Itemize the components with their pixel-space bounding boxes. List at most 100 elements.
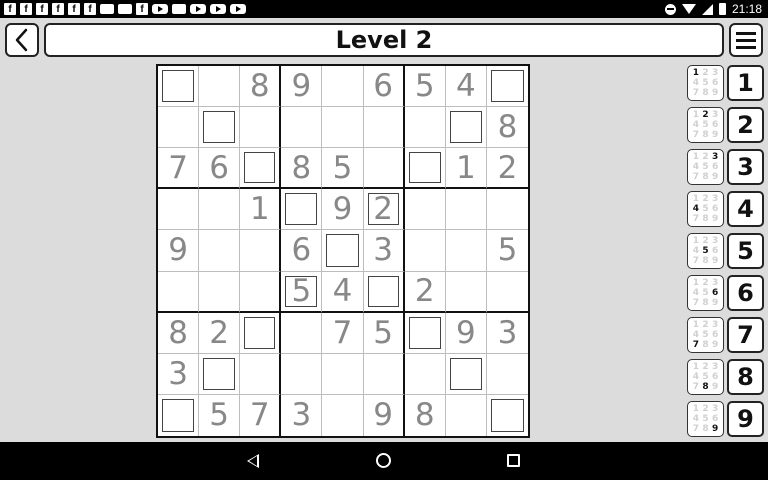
sudoku-cell[interactable]: 5: [281, 271, 323, 313]
sudoku-cell[interactable]: [445, 353, 487, 395]
sudoku-cell[interactable]: [281, 353, 323, 395]
sudoku-cell[interactable]: [445, 271, 487, 313]
note-toggle-6[interactable]: 123 456 789: [687, 275, 724, 311]
sudoku-cell[interactable]: 9: [445, 312, 487, 354]
note-toggle-8[interactable]: 123 456 789: [687, 359, 724, 395]
number-button-7[interactable]: 7: [727, 317, 764, 353]
number-button-4[interactable]: 4: [727, 191, 764, 227]
sudoku-cell[interactable]: [486, 354, 528, 395]
sudoku-cell[interactable]: [404, 230, 446, 272]
sudoku-cell[interactable]: [240, 312, 282, 354]
sudoku-cell[interactable]: 5: [404, 66, 446, 108]
sudoku-cell[interactable]: [281, 107, 323, 149]
sudoku-cell[interactable]: 9: [281, 66, 323, 108]
note-toggle-5[interactable]: 123 456 789: [687, 233, 724, 269]
sudoku-cell[interactable]: 2: [363, 189, 405, 231]
note-toggle-7[interactable]: 123 456 789: [687, 317, 724, 353]
sudoku-cell[interactable]: [158, 189, 200, 231]
sudoku-cell[interactable]: [199, 66, 241, 108]
sudoku-cell[interactable]: 8: [405, 394, 446, 436]
sudoku-cell[interactable]: [322, 107, 364, 149]
sudoku-cell[interactable]: [446, 394, 487, 436]
sudoku-cell[interactable]: 7: [158, 148, 200, 190]
sudoku-cell[interactable]: 3: [486, 313, 528, 354]
sudoku-cell[interactable]: [404, 353, 446, 395]
sudoku-cell[interactable]: [240, 353, 282, 395]
nav-back-icon[interactable]: [247, 454, 259, 468]
sudoku-cell[interactable]: [322, 66, 364, 108]
sudoku-cell[interactable]: [486, 66, 528, 108]
sudoku-cell[interactable]: [445, 230, 487, 272]
sudoku-cell[interactable]: 2: [199, 312, 241, 354]
sudoku-cell[interactable]: 9: [158, 230, 200, 272]
sudoku-cell[interactable]: [158, 394, 200, 436]
sudoku-cell[interactable]: [363, 107, 405, 149]
sudoku-cell[interactable]: [199, 230, 241, 272]
sudoku-cell[interactable]: 5: [486, 230, 528, 272]
sudoku-cell[interactable]: [486, 189, 528, 231]
sudoku-cell[interactable]: [404, 107, 446, 149]
sudoku-cell[interactable]: 7: [322, 312, 364, 354]
sudoku-cell[interactable]: [322, 394, 364, 436]
sudoku-cell[interactable]: [199, 353, 241, 395]
sudoku-cell[interactable]: [281, 189, 323, 231]
sudoku-cell[interactable]: 1: [240, 189, 282, 231]
sudoku-cell[interactable]: 7: [240, 394, 282, 436]
sudoku-cell[interactable]: 2: [486, 148, 528, 190]
sudoku-cell[interactable]: [363, 148, 405, 190]
sudoku-cell[interactable]: [240, 271, 282, 313]
note-toggle-9[interactable]: 123 456 789: [687, 401, 724, 437]
sudoku-cell[interactable]: 6: [281, 230, 323, 272]
sudoku-cell[interactable]: [404, 312, 446, 354]
sudoku-cell[interactable]: 3: [158, 353, 200, 395]
sudoku-cell[interactable]: [199, 271, 241, 313]
number-button-1[interactable]: 1: [727, 65, 764, 101]
sudoku-cell[interactable]: [158, 107, 200, 149]
sudoku-cell[interactable]: 8: [240, 66, 282, 108]
number-button-3[interactable]: 3: [727, 149, 764, 185]
number-button-9[interactable]: 9: [727, 401, 764, 437]
sudoku-cell[interactable]: [322, 353, 364, 395]
number-button-6[interactable]: 6: [727, 275, 764, 311]
sudoku-cell[interactable]: 3: [363, 230, 405, 272]
sudoku-cell[interactable]: [445, 107, 487, 149]
sudoku-cell[interactable]: 2: [404, 271, 446, 313]
note-toggle-1[interactable]: 123 456 789: [687, 65, 724, 101]
sudoku-cell[interactable]: 5: [363, 312, 405, 354]
sudoku-cell[interactable]: [199, 189, 241, 231]
sudoku-cell[interactable]: 8: [281, 148, 323, 190]
sudoku-cell[interactable]: [240, 148, 282, 190]
sudoku-cell[interactable]: 8: [158, 312, 200, 354]
number-button-8[interactable]: 8: [727, 359, 764, 395]
number-button-2[interactable]: 2: [727, 107, 764, 143]
note-toggle-2[interactable]: 123 456 789: [687, 107, 724, 143]
sudoku-cell[interactable]: [322, 230, 364, 272]
nav-home-icon[interactable]: [376, 453, 391, 468]
sudoku-cell[interactable]: 3: [281, 394, 323, 436]
sudoku-cell[interactable]: [363, 353, 405, 395]
sudoku-cell[interactable]: 6: [199, 148, 241, 190]
sudoku-cell[interactable]: [486, 272, 528, 313]
note-toggle-3[interactable]: 123 456 789: [687, 149, 724, 185]
sudoku-cell[interactable]: [404, 148, 446, 190]
note-toggle-4[interactable]: 123 456 789: [687, 191, 724, 227]
sudoku-cell[interactable]: [199, 107, 241, 149]
sudoku-cell[interactable]: [445, 189, 487, 231]
sudoku-cell[interactable]: 8: [486, 107, 528, 149]
sudoku-cell[interactable]: 5: [199, 394, 241, 436]
sudoku-cell[interactable]: 4: [445, 66, 487, 108]
sudoku-cell[interactable]: [158, 66, 200, 108]
sudoku-cell[interactable]: [404, 189, 446, 231]
nav-recents-icon[interactable]: [507, 454, 520, 467]
sudoku-cell[interactable]: 9: [364, 394, 405, 436]
sudoku-cell[interactable]: [240, 230, 282, 272]
sudoku-cell[interactable]: [487, 395, 528, 436]
sudoku-cell[interactable]: 5: [322, 148, 364, 190]
number-button-5[interactable]: 5: [727, 233, 764, 269]
sudoku-cell[interactable]: 1: [445, 148, 487, 190]
sudoku-cell[interactable]: [240, 107, 282, 149]
sudoku-cell[interactable]: 4: [322, 271, 364, 313]
sudoku-cell[interactable]: 9: [322, 189, 364, 231]
sudoku-cell[interactable]: [281, 312, 323, 354]
sudoku-cell[interactable]: [158, 271, 200, 313]
